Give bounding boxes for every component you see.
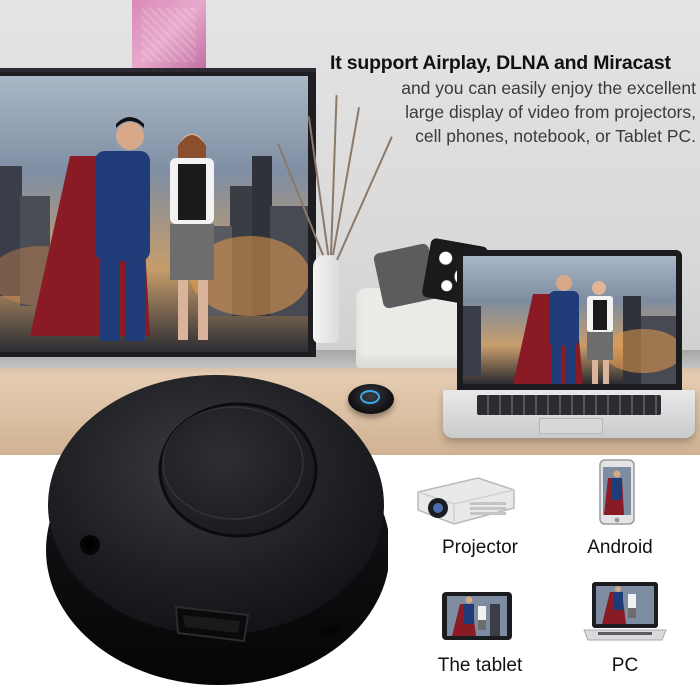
decor-branches <box>277 95 393 261</box>
device-label-tablet: The tablet <box>437 655 523 676</box>
laptop-icon <box>582 580 668 646</box>
android-phone-icon <box>598 458 638 528</box>
laptop-trackpad <box>539 418 603 434</box>
description-line: large display of video from projectors, <box>405 102 696 122</box>
vase <box>313 255 339 343</box>
laptop <box>443 250 695 438</box>
laptop-screen-movie-scene <box>463 256 676 384</box>
projector-icon <box>410 470 520 528</box>
description: and you can easily enjoy the excellent l… <box>362 76 696 148</box>
headline: It support Airplay, DLNA and Miracast <box>330 52 671 74</box>
product-image: It support Airplay, DLNA and Miracast an… <box>0 0 700 700</box>
tablet-icon <box>440 590 514 642</box>
tv-screen-movie-scene <box>0 76 308 352</box>
device-label-android: Android <box>587 537 653 558</box>
description-line: cell phones, notebook, or Tablet PC. <box>415 126 696 146</box>
wireless-display-dongle <box>28 345 390 690</box>
dongle-illustration <box>46 375 390 685</box>
television <box>0 68 316 357</box>
laptop-keyboard <box>477 395 661 415</box>
wall-artwork <box>132 0 206 70</box>
device-label-pc: PC <box>611 655 639 676</box>
description-line: and you can easily enjoy the excellent <box>401 78 696 98</box>
movie-scene-illustration <box>0 117 308 341</box>
device-label-projector: Projector <box>441 537 519 558</box>
